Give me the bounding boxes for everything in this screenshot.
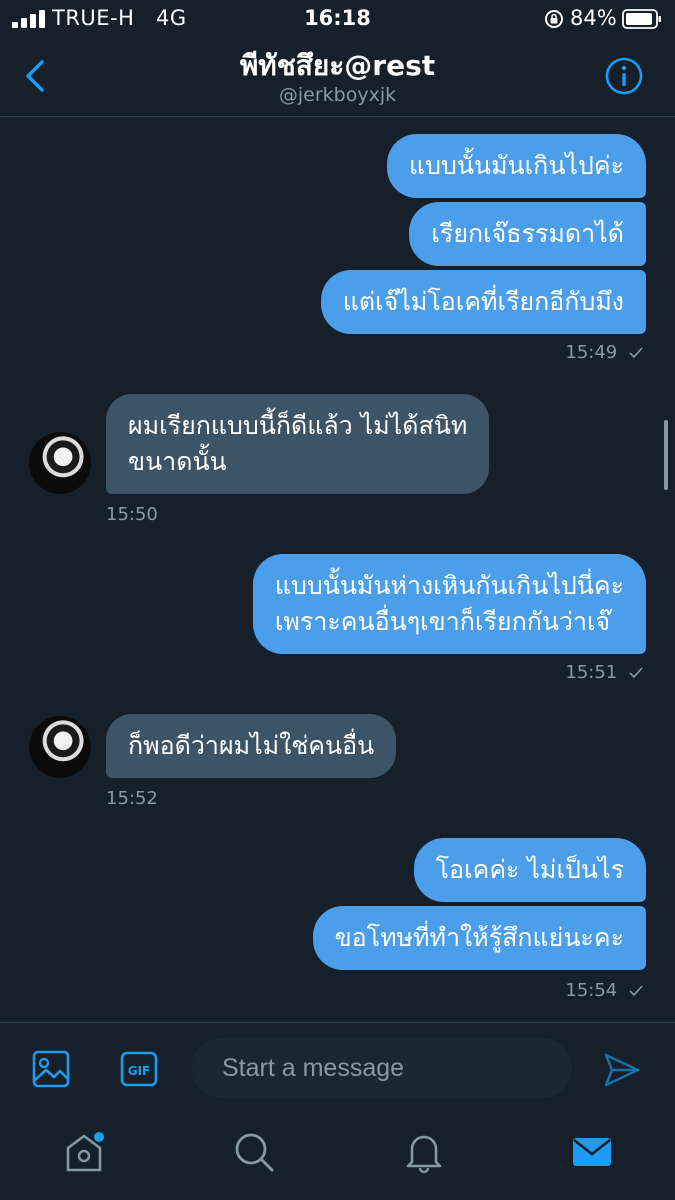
message-text: เรียกเจ๊ธรรมดาได้ xyxy=(431,219,624,248)
message-text-line: ขนาดนั้น xyxy=(128,447,227,476)
image-icon[interactable] xyxy=(32,1050,70,1088)
message-bubble-outgoing[interactable]: โอเคค่ะ ไม่เป็นไร xyxy=(413,838,646,902)
message-timestamp: 15:50 xyxy=(106,504,158,525)
send-icon[interactable] xyxy=(602,1050,642,1090)
message-bubble-outgoing[interactable]: แต่เจ๊ไม่โอเคที่เรียกอีกับมึง xyxy=(320,270,646,334)
conversation-handle: @jerkboyxjk xyxy=(278,84,397,106)
info-icon[interactable] xyxy=(604,56,644,96)
orientation-lock-icon xyxy=(545,10,563,28)
gif-icon[interactable]: GIF xyxy=(120,1051,158,1087)
message-text: แบบนั้นมันเกินไปค่ะ xyxy=(409,151,624,180)
mail-icon[interactable] xyxy=(570,1130,614,1174)
avatar[interactable] xyxy=(29,716,91,778)
message-timestamp: 15:52 xyxy=(106,788,158,809)
conversation-header: พีทัชสึยะ@rest @jerkboyxjk xyxy=(0,40,675,117)
message-timestamp: 15:49 xyxy=(565,342,643,363)
message-timestamp: 15:54 xyxy=(565,980,643,1001)
message-composer: GIF xyxy=(0,1022,675,1113)
battery-icon xyxy=(622,9,661,29)
sent-check-icon xyxy=(629,347,643,359)
message-input[interactable] xyxy=(192,1038,572,1098)
message-bubble-incoming[interactable]: ผมเรียกแบบนี้ก็ดีแล้ว ไม่ได้สนิท ขนาดนั้… xyxy=(106,394,490,494)
status-bar: TRUE-H 4G 16:18 84% xyxy=(0,0,675,40)
message-bubble-incoming[interactable]: ก็พอดีว่าผมไม่ใช่คนอื่น xyxy=(106,714,397,778)
message-bubble-outgoing[interactable]: แบบนั้นมันเกินไปค่ะ xyxy=(387,134,646,198)
message-text: แต่เจ๊ไม่โอเคที่เรียกอีกับมึง xyxy=(342,287,624,316)
message-bubble-outgoing[interactable]: แบบนั้นมันห่างเหินกันเกินไปนี่คะ เพราะคน… xyxy=(252,554,646,654)
home-icon[interactable] xyxy=(62,1130,106,1174)
sent-check-icon xyxy=(629,985,643,997)
battery-percent: 84% xyxy=(570,6,617,30)
message-text-line: ผมเรียกแบบนี้ก็ดีแล้ว ไม่ได้สนิท xyxy=(128,411,468,440)
conversation-title: พีทัชสึยะ@rest xyxy=(239,49,436,82)
message-timestamp: 15:51 xyxy=(565,662,643,683)
message-text-line: แบบนั้นมันห่างเหินกันเกินไปนี่คะ xyxy=(274,571,624,600)
sent-check-icon xyxy=(629,667,643,679)
bottom-tab-bar xyxy=(0,1112,675,1200)
message-text-line: เพราะคนอื่นๆเขาก็เรียกกันว่าเจ๊ xyxy=(274,607,611,636)
notification-dot xyxy=(94,1132,104,1142)
message-text: ขอโทษที่ทำให้รู้สึกแย่นะคะ xyxy=(334,923,624,952)
bell-icon[interactable] xyxy=(402,1130,446,1174)
avatar[interactable] xyxy=(29,432,91,494)
message-bubble-outgoing[interactable]: ขอโทษที่ทำให้รู้สึกแย่นะคะ xyxy=(312,906,646,970)
message-text: โอเคค่ะ ไม่เป็นไร xyxy=(435,855,624,884)
search-icon[interactable] xyxy=(232,1130,276,1174)
scrollbar[interactable] xyxy=(664,420,668,490)
message-bubble-outgoing[interactable]: เรียกเจ๊ธรรมดาได้ xyxy=(409,202,646,266)
gif-label: GIF xyxy=(128,1064,151,1078)
message-text: ก็พอดีว่าผมไม่ใช่คนอื่น xyxy=(128,731,375,760)
